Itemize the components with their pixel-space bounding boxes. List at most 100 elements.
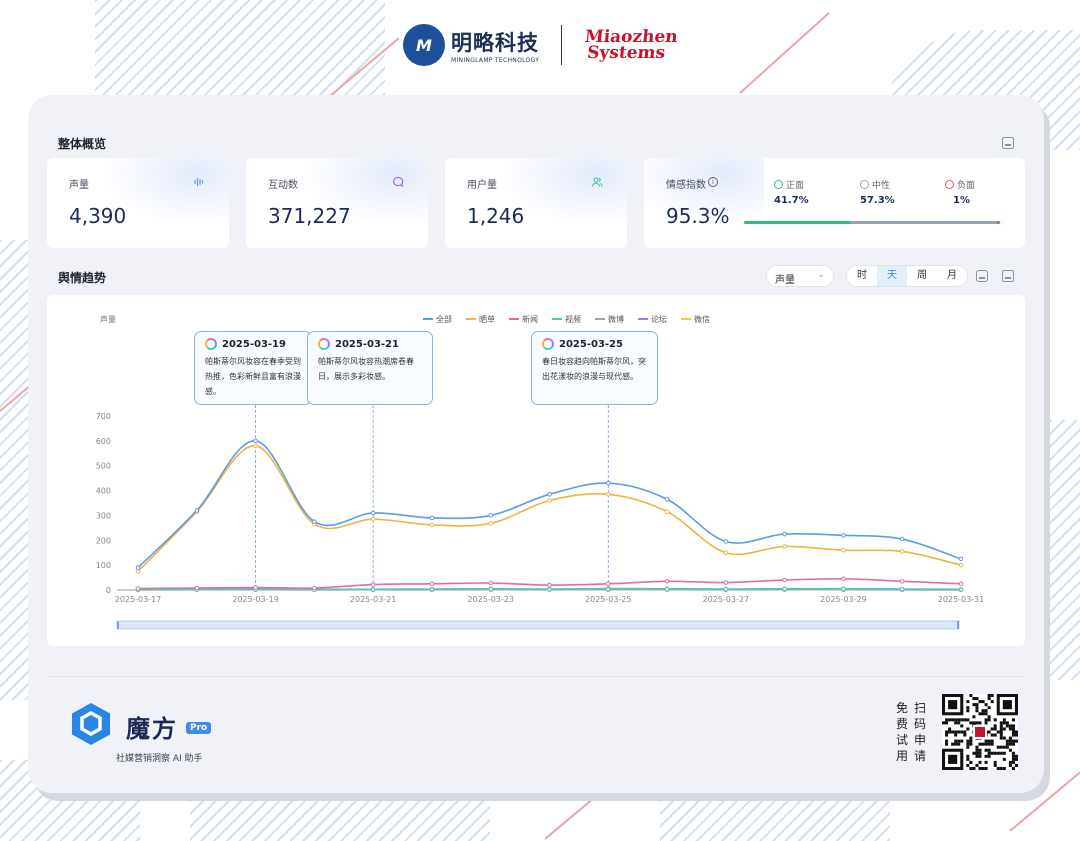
data-point bbox=[899, 536, 905, 542]
annotation-tooltip: 2025-03-25 春日妆容趋向帕斯蒂尔风，突出花漾妆的浪漫与现代感。 bbox=[531, 331, 658, 405]
x-tick-label: 2025-03-23 bbox=[467, 595, 514, 604]
brand-divider bbox=[561, 25, 563, 65]
sentiment-positive: 正面 bbox=[774, 178, 804, 191]
pro-badge: Pro bbox=[186, 722, 212, 734]
y-tick-label: 200 bbox=[96, 536, 111, 545]
download-icon[interactable] bbox=[1002, 137, 1014, 149]
data-point bbox=[312, 519, 317, 524]
qr-code-icon[interactable] bbox=[942, 694, 1018, 770]
data-point bbox=[253, 438, 258, 444]
sentiment-value: 95.3% bbox=[666, 204, 730, 228]
trend-chart: 声量 0 100 200 300 400 500 600 700 2025-03-17 2025-0… bbox=[47, 295, 1025, 646]
data-point bbox=[488, 586, 494, 592]
data-point bbox=[664, 496, 670, 502]
miaozhen-logo: Miaozhen Systems bbox=[582, 27, 679, 63]
data-point bbox=[605, 586, 611, 592]
data-point bbox=[429, 515, 435, 521]
dashboard-card: 整体概览 声量 4,390 互动数 371,227 用户量 1,246 情感指数… bbox=[28, 95, 1044, 793]
legend-label: 微博 bbox=[608, 314, 624, 324]
legend-label: 视频 bbox=[565, 314, 581, 324]
mofang-logo-icon bbox=[72, 703, 110, 745]
trial-char: 申 bbox=[913, 733, 926, 747]
data-point bbox=[488, 513, 494, 518]
mininglamp-name: 明略科技 bbox=[451, 30, 539, 55]
data-point bbox=[194, 508, 200, 513]
info-icon[interactable]: i bbox=[708, 177, 718, 187]
annotation-date: 2025-03-21 bbox=[318, 338, 422, 350]
sentiment-negative-label: 负面 bbox=[957, 181, 976, 191]
chart-settings-icon[interactable] bbox=[976, 270, 988, 282]
trial-char: 请 bbox=[913, 749, 926, 763]
data-point bbox=[958, 562, 964, 568]
data-point bbox=[605, 480, 611, 486]
granularity-week[interactable]: 周 bbox=[907, 266, 937, 286]
data-point bbox=[841, 586, 846, 592]
data-point bbox=[547, 492, 552, 497]
data-point bbox=[958, 556, 964, 562]
sound-wave-icon bbox=[193, 176, 205, 191]
data-point bbox=[312, 585, 317, 591]
zoom-slider-track bbox=[116, 620, 960, 630]
sentiment-label: 情感指数 bbox=[666, 180, 706, 191]
kpi-label: 声量 bbox=[69, 180, 89, 191]
data-point bbox=[958, 587, 964, 592]
annotation-text: 帕斯蒂尔风妆容在春季受到热推，色彩新鲜且富有浪漫感。 bbox=[205, 357, 301, 396]
data-point bbox=[782, 577, 787, 583]
x-tick-label: 2025-03-29 bbox=[820, 595, 867, 604]
users-icon bbox=[591, 176, 603, 191]
kpi-card-users: 用户量 1,246 bbox=[445, 158, 627, 248]
product-subtitle: 社媒营销洞察 AI 助手 bbox=[116, 754, 203, 764]
metric-select-value: 声量 bbox=[775, 275, 795, 286]
sentiment-bar-segment bbox=[997, 221, 1000, 224]
data-point bbox=[782, 544, 787, 549]
data-point bbox=[664, 579, 670, 584]
data-point bbox=[782, 531, 787, 537]
data-point bbox=[135, 569, 141, 574]
series-line-全部 bbox=[137, 440, 962, 569]
data-point bbox=[488, 580, 494, 586]
footer-divider bbox=[47, 676, 1025, 677]
sentiment-positive-value: 41.7% bbox=[774, 195, 809, 206]
kpi-card-sentiment: 情感指数 i 95.3% 正面 41.7% 中性 57.3% 负面 1% bbox=[644, 158, 1025, 248]
data-point bbox=[664, 509, 670, 514]
data-point bbox=[370, 587, 376, 592]
zoom-slider-handle bbox=[957, 621, 959, 629]
miaozhen-line2: Systems bbox=[586, 43, 667, 63]
metric-select[interactable]: 声量 ⌄ bbox=[766, 265, 834, 287]
data-point bbox=[782, 586, 787, 592]
annotation-date: 2025-03-19 bbox=[205, 338, 301, 350]
x-tick-label: 2025-03-21 bbox=[350, 595, 397, 604]
mininglamp-logo: M 明略科技 MININGLAMP TECHNOLOGY bbox=[403, 24, 539, 66]
kpi-label: 互动数 bbox=[268, 180, 298, 191]
legend-label: 微信 bbox=[694, 314, 710, 324]
data-point bbox=[547, 582, 552, 588]
data-point bbox=[429, 522, 435, 528]
annotation-tooltip: 2025-03-19 帕斯蒂尔风妆容在春季受到热推，色彩新鲜且富有浪漫感。 bbox=[194, 331, 312, 405]
kpi-card-interactions: 互动数 371,227 bbox=[246, 158, 428, 248]
granularity-month[interactable]: 月 bbox=[937, 266, 967, 286]
annotation-text: 春日妆容趋向帕斯蒂尔风，突出花漾妆的浪漫与现代感。 bbox=[542, 357, 646, 381]
data-point bbox=[194, 585, 200, 591]
y-axis-label: 声量 bbox=[100, 314, 116, 324]
granularity-hour[interactable]: 时 bbox=[847, 266, 877, 286]
kpi-value: 371,227 bbox=[268, 204, 351, 228]
y-tick-label: 500 bbox=[96, 462, 111, 471]
trend-title: 舆情趋势 bbox=[58, 271, 107, 285]
chart-download-icon[interactable] bbox=[1002, 270, 1014, 282]
data-point bbox=[547, 587, 552, 592]
trial-char: 免 bbox=[895, 701, 908, 715]
data-point bbox=[899, 549, 905, 554]
neutral-face-icon bbox=[860, 180, 869, 189]
annotation-text: 帕斯蒂尔风妆容热潮席卷春日，展示多彩妆感。 bbox=[318, 357, 414, 381]
data-point bbox=[370, 582, 376, 587]
annotation-tooltip: 2025-03-21 帕斯蒂尔风妆容热潮席卷春日，展示多彩妆感。 bbox=[307, 331, 433, 405]
trial-char: 扫 bbox=[913, 701, 926, 715]
granularity-day[interactable]: 天 bbox=[877, 266, 907, 286]
sentiment-neutral-value: 57.3% bbox=[860, 195, 895, 206]
data-point bbox=[899, 586, 905, 592]
smile-icon bbox=[774, 180, 783, 189]
trial-char: 码 bbox=[913, 717, 926, 731]
mininglamp-name-en: MININGLAMP TECHNOLOGY bbox=[451, 56, 540, 64]
zoom-slider-handle bbox=[117, 621, 119, 629]
y-tick-label: 0 bbox=[106, 586, 111, 595]
